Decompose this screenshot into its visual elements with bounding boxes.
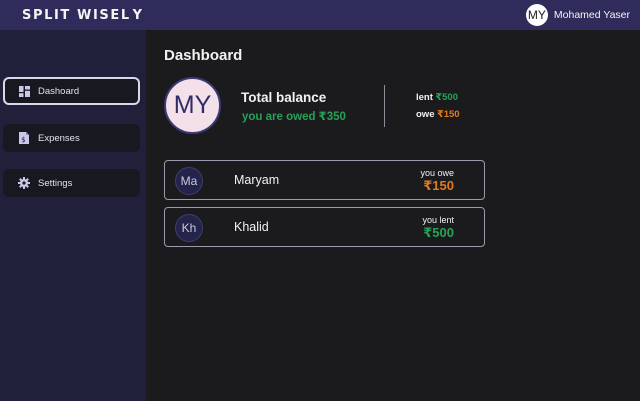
sidebar-item-label: Expenses <box>38 132 80 144</box>
friend-balance-status: you owe <box>420 168 454 178</box>
dashboard-icon <box>18 85 30 97</box>
receipt-icon: $ <box>18 132 30 144</box>
friend-card-maryam[interactable]: Ma Maryam you owe ₹150 <box>164 160 485 200</box>
avatar: MY <box>164 77 221 134</box>
sidebar-item-expenses[interactable]: $ Expenses <box>3 124 140 152</box>
app-logo-mark: Y <box>130 8 142 23</box>
friend-card-khalid[interactable]: Kh Khalid you lent ₹500 <box>164 207 485 247</box>
friend-balance-amount: ₹500 <box>423 225 454 240</box>
friend-avatar: Kh <box>175 214 203 242</box>
user-menu[interactable]: MY Mohamed Yaser <box>525 4 630 26</box>
friend-name: Maryam <box>234 173 280 187</box>
friend-balance-amount: ₹150 <box>423 178 454 193</box>
owe-summary: owe ₹150 <box>416 109 460 120</box>
svg-text:$: $ <box>21 136 25 144</box>
lent-amount: ₹500 <box>435 92 458 103</box>
sidebar-item-settings[interactable]: Settings <box>3 169 140 197</box>
page-title: Dashboard <box>164 47 243 64</box>
app-logo[interactable]: SPLIT WISELY <box>22 8 142 23</box>
lent-summary: lent ₹500 <box>416 92 458 103</box>
lent-label: lent <box>416 92 433 103</box>
user-avatar[interactable]: MY <box>525 4 548 26</box>
friend-name: Khalid <box>234 220 269 234</box>
friend-avatar: Ma <box>175 167 203 195</box>
sidebar: Dashoard $ Expenses Settings <box>0 30 146 401</box>
friend-balance-status: you lent <box>422 215 454 225</box>
owe-label: owe <box>416 109 435 120</box>
divider <box>384 85 385 127</box>
owe-amount: ₹150 <box>437 109 460 120</box>
sidebar-item-label: Settings <box>38 177 73 189</box>
sidebar-item-dashboard[interactable]: Dashoard <box>3 77 140 105</box>
balance-summary: you are owed ₹350 <box>242 111 346 123</box>
sidebar-item-label: Dashoard <box>38 85 80 97</box>
user-name: Mohamed Yaser <box>553 9 630 21</box>
main-content: Dashboard MY Total balance you are owed … <box>146 30 640 401</box>
app-logo-text: SPLIT WISEL <box>22 8 131 23</box>
gear-icon <box>18 177 30 189</box>
balance-title: Total balance <box>241 90 327 105</box>
top-bar: SPLIT WISELY MY Mohamed Yaser <box>0 0 640 30</box>
